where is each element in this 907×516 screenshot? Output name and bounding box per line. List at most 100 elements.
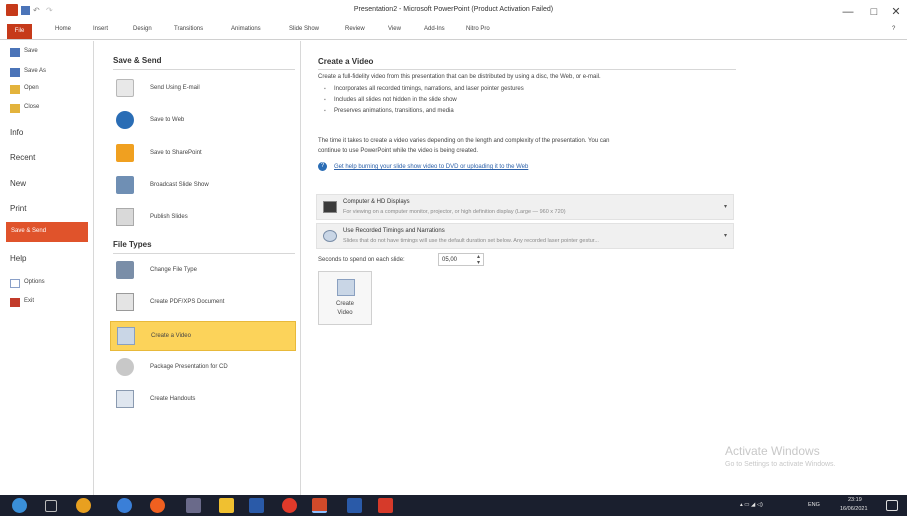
pane-intro: Create a full-fidelity video from this p… <box>318 74 601 80</box>
firefox-icon[interactable] <box>150 498 165 513</box>
activate-windows-title: Activate Windows <box>725 444 820 458</box>
app-icon[interactable] <box>186 498 201 513</box>
nav-save-label: Save <box>24 48 38 54</box>
tab-transitions[interactable]: Transitions <box>174 26 203 32</box>
nav-save-as[interactable]: Save As <box>0 68 94 80</box>
opera-icon[interactable] <box>282 498 297 513</box>
nav-save[interactable]: Save <box>0 48 94 60</box>
broadcast-icon <box>116 176 134 194</box>
language-indicator[interactable]: ENG <box>808 502 820 508</box>
time-note: The time it takes to create a video vari… <box>318 138 610 144</box>
minimize-button[interactable]: — <box>836 4 860 20</box>
folder-open-icon <box>10 85 20 94</box>
option-package-for-cd[interactable]: Package Presentation for CD <box>110 353 296 383</box>
video-icon <box>117 327 135 345</box>
seconds-spinner[interactable]: 05,00 ▴ ▾ <box>438 253 484 266</box>
option-label: Create Handouts <box>150 396 196 402</box>
clock-date[interactable]: 16/06/2021 <box>840 506 868 512</box>
feature-bullet: Includes all slides not hidden in the sl… <box>324 97 457 103</box>
seconds-label: Seconds to spend on each slide: <box>318 257 405 263</box>
nav-open[interactable]: Open <box>0 85 94 97</box>
option-change-file-type[interactable]: Change File Type <box>110 256 296 286</box>
feature-bullet: Incorporates all recorded timings, narra… <box>324 86 524 92</box>
nav-recent[interactable]: Recent <box>10 153 104 162</box>
tab-slide-show[interactable]: Slide Show <box>289 26 319 32</box>
tab-insert[interactable]: Insert <box>93 26 108 32</box>
dropdown-description: For viewing on a computer monitor, proje… <box>343 209 566 215</box>
divider <box>318 69 736 70</box>
nav-open-label: Open <box>24 85 39 91</box>
dropdown-description: Slides that do not have timings will use… <box>343 238 599 244</box>
pdf-document-icon <box>116 293 134 311</box>
create-video-label-line2: Video <box>337 310 353 316</box>
word-icon[interactable] <box>347 498 362 513</box>
option-create-pdf-xps[interactable]: Create PDF/XPS Document <box>110 288 296 318</box>
handouts-icon <box>116 390 134 408</box>
start-button-icon[interactable] <box>12 498 27 513</box>
tray-icons[interactable]: ▴ ▭ ◢ ◁) <box>740 502 763 508</box>
nav-close[interactable]: Close <box>0 104 94 116</box>
chrome-icon[interactable] <box>76 498 91 513</box>
options-icon <box>10 279 20 288</box>
nav-help[interactable]: Help <box>10 254 104 263</box>
tab-animations[interactable]: Animations <box>231 26 261 32</box>
title-bar: ↶ ↷ Presentation2 - Microsoft PowerPoint… <box>0 0 907 24</box>
pane-title: Create a Video <box>318 57 374 66</box>
exit-icon <box>10 298 20 307</box>
powerpoint-taskbar-icon[interactable] <box>312 498 327 513</box>
activate-windows-subtitle: Go to Settings to activate Windows. <box>725 461 836 468</box>
timings-icon <box>323 230 337 242</box>
browser-icon[interactable] <box>117 498 132 513</box>
divider <box>113 69 295 70</box>
option-publish-slides[interactable]: Publish Slides <box>110 203 296 233</box>
help-circle-icon: ? <box>318 162 327 171</box>
nav-save-and-send[interactable]: Save & Send <box>6 222 88 242</box>
spinner-arrows-icon[interactable]: ▴ ▾ <box>477 254 480 266</box>
nav-new[interactable]: New <box>10 179 104 188</box>
nav-info[interactable]: Info <box>10 128 104 137</box>
tab-design[interactable]: Design <box>133 26 152 32</box>
option-save-to-sharepoint[interactable]: Save to SharePoint <box>110 139 296 169</box>
notifications-icon[interactable] <box>886 500 898 511</box>
file-explorer-icon[interactable] <box>219 498 234 513</box>
video-icon <box>337 279 355 296</box>
option-create-video[interactable]: Create a Video <box>110 321 296 351</box>
nav-exit[interactable]: Exit <box>0 298 94 310</box>
feature-bullet: Preserves animations, transitions, and m… <box>324 108 454 114</box>
app-icon[interactable] <box>249 498 264 513</box>
option-label: Create PDF/XPS Document <box>150 299 225 305</box>
option-label: Package Presentation for CD <box>150 364 228 370</box>
nav-print[interactable]: Print <box>10 204 104 213</box>
tab-home[interactable]: Home <box>55 26 71 32</box>
tab-review[interactable]: Review <box>345 26 365 32</box>
tab-file[interactable]: File <box>7 24 32 39</box>
option-create-handouts[interactable]: Create Handouts <box>110 385 296 415</box>
section-heading-file-types: File Types <box>113 240 152 249</box>
option-label: Publish Slides <box>150 214 188 220</box>
divider <box>113 253 295 254</box>
email-icon <box>116 79 134 97</box>
create-video-button[interactable]: Create Video <box>318 271 372 325</box>
option-send-email[interactable]: Send Using E-mail <box>110 74 296 104</box>
option-broadcast-slide-show[interactable]: Broadcast Slide Show <box>110 171 296 201</box>
help-link[interactable]: Get help burning your slide show video t… <box>334 164 528 170</box>
tab-nitro-pro[interactable]: Nitro Pro <box>466 26 490 32</box>
option-label: Change File Type <box>150 267 197 273</box>
close-button[interactable]: ✕ <box>884 4 907 20</box>
nav-options[interactable]: Options <box>0 279 94 291</box>
help-icon[interactable]: ? <box>892 26 895 32</box>
globe-icon <box>116 111 134 129</box>
clock-time[interactable]: 23:19 <box>848 497 862 503</box>
timings-dropdown[interactable]: Use Recorded Timings and Narrations Slid… <box>316 223 734 249</box>
tab-view[interactable]: View <box>388 26 401 32</box>
tab-add-ins[interactable]: Add-Ins <box>424 26 445 32</box>
create-video-label-line1: Create <box>335 301 354 307</box>
create-video-pane: Create a Video Create a full-fidelity vi… <box>302 41 907 495</box>
task-view-icon[interactable] <box>45 500 57 512</box>
nav-options-label: Options <box>24 279 45 285</box>
option-save-to-web[interactable]: Save to Web <box>110 106 296 136</box>
pdf-reader-icon[interactable] <box>378 498 393 513</box>
ribbon-tabs: File Home Insert Design Transitions Anim… <box>0 24 907 40</box>
restore-button[interactable]: □ <box>862 4 886 20</box>
video-quality-dropdown[interactable]: Computer & HD Displays For viewing on a … <box>316 194 734 220</box>
